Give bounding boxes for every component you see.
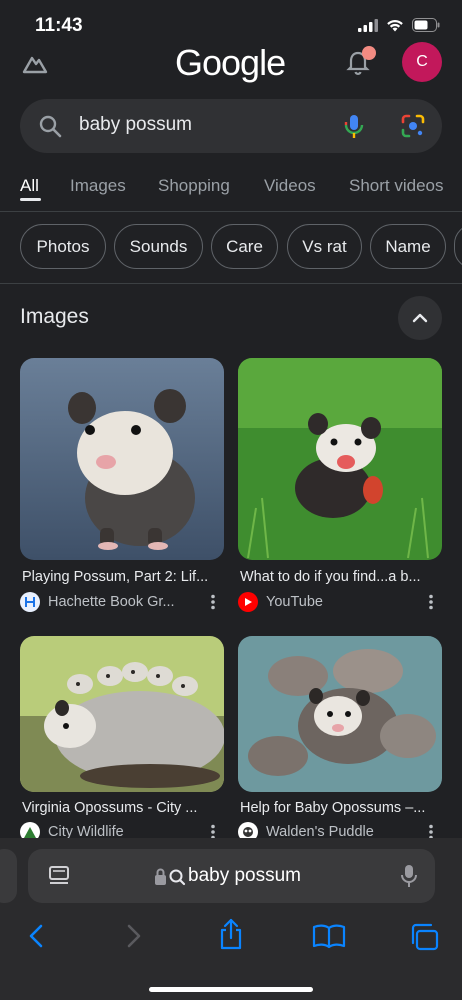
collapse-button[interactable] [398,296,442,340]
chip-care[interactable]: Care [211,224,278,269]
battery-icon [412,18,440,32]
tab-short-videos[interactable]: Short videos [349,176,444,196]
image-result-card[interactable]: Virginia Opossums - City ... City Wildli… [20,636,224,842]
youtube-icon [238,592,258,612]
previous-tab-peek[interactable] [0,849,17,903]
result-title[interactable]: Virginia Opossums - City ... [22,800,222,816]
image-result-card[interactable]: What to do if you find...a b... YouTube [238,358,442,612]
tab-images[interactable]: Images [70,176,126,196]
images-section-title: Images [20,305,89,328]
chip-label: Vs rat [302,236,347,256]
chip-photos[interactable]: Photos [20,224,106,269]
tab-all[interactable]: All [20,176,39,196]
chevron-up-icon [412,313,428,323]
result-thumbnail[interactable] [238,358,442,560]
lens-icon[interactable] [400,113,426,139]
result-title[interactable]: Playing Possum, Part 2: Lif... [22,569,222,585]
back-icon[interactable] [26,923,46,949]
avatar[interactable]: C [402,42,442,82]
tab-shopping[interactable]: Shopping [158,176,230,196]
share-icon[interactable] [218,918,244,950]
forward-icon[interactable] [124,923,144,949]
avatar-letter: C [416,53,428,70]
chip-label: Sounds [129,236,188,256]
filter-chips: Photos Sounds Care Vs rat Name [0,224,462,270]
tabs-divider [0,211,462,212]
image-result-card[interactable]: Help for Baby Opossums –... Walden's Pud… [238,636,442,842]
google-logo[interactable]: Google [175,42,286,84]
hachette-favicon-icon [20,592,40,612]
status-icons [358,18,440,32]
more-vert-icon[interactable] [210,594,216,610]
address-bar[interactable]: baby possum [28,849,435,903]
result-source-name: Hachette Book Gr... [48,594,175,610]
status-time: 11:43 [35,15,83,36]
url-text[interactable]: baby possum [188,865,301,887]
result-thumbnail[interactable] [20,358,224,560]
tab-videos[interactable]: Videos [264,176,316,196]
mic-icon[interactable] [401,864,417,888]
result-title[interactable]: Help for Baby Opossums –... [240,800,440,816]
top-bar: Google [0,40,462,90]
search-box[interactable]: baby possum [20,99,442,153]
result-source[interactable]: Hachette Book Gr... [20,592,175,612]
lock-icon [155,868,186,886]
chips-divider [0,283,462,284]
search-input[interactable]: baby possum [79,114,192,136]
mic-icon[interactable] [344,113,364,141]
chip-sounds[interactable]: Sounds [114,224,203,269]
reader-icon[interactable] [48,865,70,887]
tabs-icon[interactable] [410,923,440,951]
result-thumbnail[interactable] [20,636,224,792]
more-vert-icon[interactable] [428,594,434,610]
chip-more[interactable] [454,224,462,269]
chip-vs-rat[interactable]: Vs rat [287,224,362,269]
result-source-name: YouTube [266,594,323,610]
image-result-card[interactable]: Playing Possum, Part 2: Lif... Hachette … [20,358,224,612]
browser-toolbar: baby possum [0,838,462,1000]
signal-icon [358,18,378,32]
notification-badge [362,46,376,60]
bookmarks-icon[interactable] [312,923,346,949]
chip-label: Photos [36,236,90,256]
result-source[interactable]: YouTube [238,592,323,612]
chip-name[interactable]: Name [370,224,446,269]
active-tab-indicator [20,198,41,201]
search-tabs: All Images Shopping Videos Short videos [0,172,462,212]
chip-label: Name [385,236,431,256]
home-indicator[interactable] [149,987,313,992]
wifi-icon [387,19,403,31]
chip-label: Care [226,236,263,256]
labs-icon[interactable] [22,52,48,74]
result-title[interactable]: What to do if you find...a b... [240,569,440,585]
result-thumbnail[interactable] [238,636,442,792]
search-icon [39,115,62,138]
